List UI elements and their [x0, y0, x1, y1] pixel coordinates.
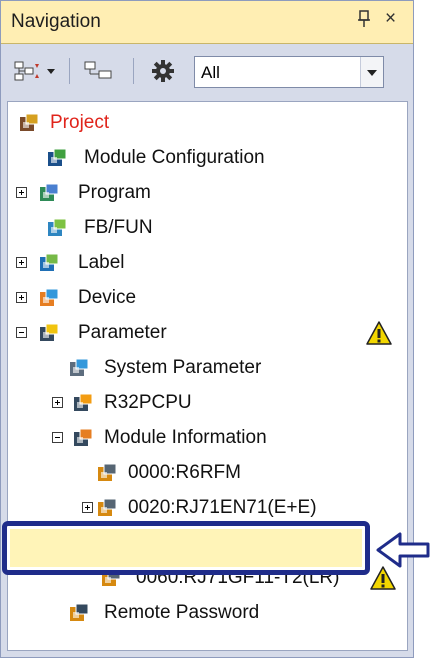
tree-item[interactable]: Remote Password	[8, 596, 403, 630]
tree-item-label: Module Information	[104, 427, 267, 448]
label-icon	[40, 253, 59, 271]
tree-item-label: R32PCPU	[104, 392, 192, 413]
remote-password-icon	[70, 603, 89, 621]
expand-collapse-icon	[14, 61, 55, 81]
tree-item-label: FB/FUN	[84, 217, 153, 238]
tree-item[interactable]: R32PCPU	[8, 386, 403, 420]
tree-view-icon	[84, 61, 112, 79]
tree-item[interactable]: Module Information	[8, 421, 403, 455]
toolbar-separator	[133, 58, 134, 84]
chevron-down-icon[interactable]	[360, 57, 383, 87]
tree-item-label: 0020:RJ71EN71(E+E)	[128, 497, 317, 518]
toolbar-separator	[69, 58, 70, 84]
program-icon	[40, 183, 59, 201]
tree-item[interactable]: 0000:R6RFM	[8, 456, 403, 490]
tree-item[interactable]: Label	[8, 246, 403, 280]
module-icon	[98, 498, 117, 516]
tree-view-button[interactable]	[79, 56, 125, 86]
settings-button[interactable]	[143, 56, 183, 86]
tree-item-label: Module Configuration	[84, 147, 265, 168]
tree-item-label: Project	[50, 112, 110, 133]
expand-icon[interactable]	[52, 397, 63, 408]
collapse-icon[interactable]	[52, 432, 63, 443]
expand-collapse-button[interactable]	[11, 56, 61, 86]
expand-icon[interactable]	[16, 292, 27, 303]
parameter-icon	[40, 323, 59, 341]
toolbar: All	[1, 44, 413, 98]
pin-icon[interactable]	[357, 10, 371, 33]
device-icon	[40, 288, 59, 306]
panel-title: Navigation	[11, 11, 101, 32]
tree-item[interactable]: System Parameter	[8, 351, 403, 385]
collapse-icon[interactable]	[16, 327, 27, 338]
system-parameter-icon	[70, 358, 89, 376]
expand-icon[interactable]	[16, 187, 27, 198]
module-config-icon	[48, 148, 67, 166]
tree-item[interactable]: Module Configuration	[8, 141, 403, 175]
project-icon	[20, 113, 39, 131]
module-icon	[98, 463, 117, 481]
selected-item-highlight	[2, 521, 370, 575]
tree-item-label: 0000:R6RFM	[128, 462, 241, 483]
tree-item-label: Label	[78, 252, 125, 273]
filter-dropdown[interactable]: All	[194, 56, 384, 88]
tree-item[interactable]: FB/FUN	[8, 211, 403, 245]
tree-item[interactable]: Project	[8, 106, 403, 140]
cpu-icon	[74, 393, 93, 411]
warning-icon	[370, 566, 396, 590]
tree-item-label: System Parameter	[104, 357, 262, 378]
expand-icon[interactable]	[82, 502, 93, 513]
warning-icon	[366, 321, 392, 345]
expand-icon[interactable]	[16, 257, 27, 268]
tree-item-label: Program	[78, 182, 151, 203]
close-icon[interactable]: ×	[385, 8, 396, 30]
tree-item[interactable]: 0020:RJ71EN71(E+E)	[8, 491, 403, 525]
tree-item-label: Parameter	[78, 322, 167, 343]
tree-item[interactable]: Device	[8, 281, 403, 315]
module-info-icon	[74, 428, 93, 446]
tree-item-label: Remote Password	[104, 602, 260, 623]
tree-item[interactable]: Program	[8, 176, 403, 210]
fbfun-icon	[48, 218, 67, 236]
title-bar: Navigation ×	[1, 1, 413, 44]
tree-item[interactable]: Parameter	[8, 316, 403, 350]
callout-arrow-icon	[376, 532, 430, 568]
tree-item-label: Device	[78, 287, 137, 308]
gear-icon	[152, 60, 174, 82]
filter-value: All	[201, 63, 220, 82]
